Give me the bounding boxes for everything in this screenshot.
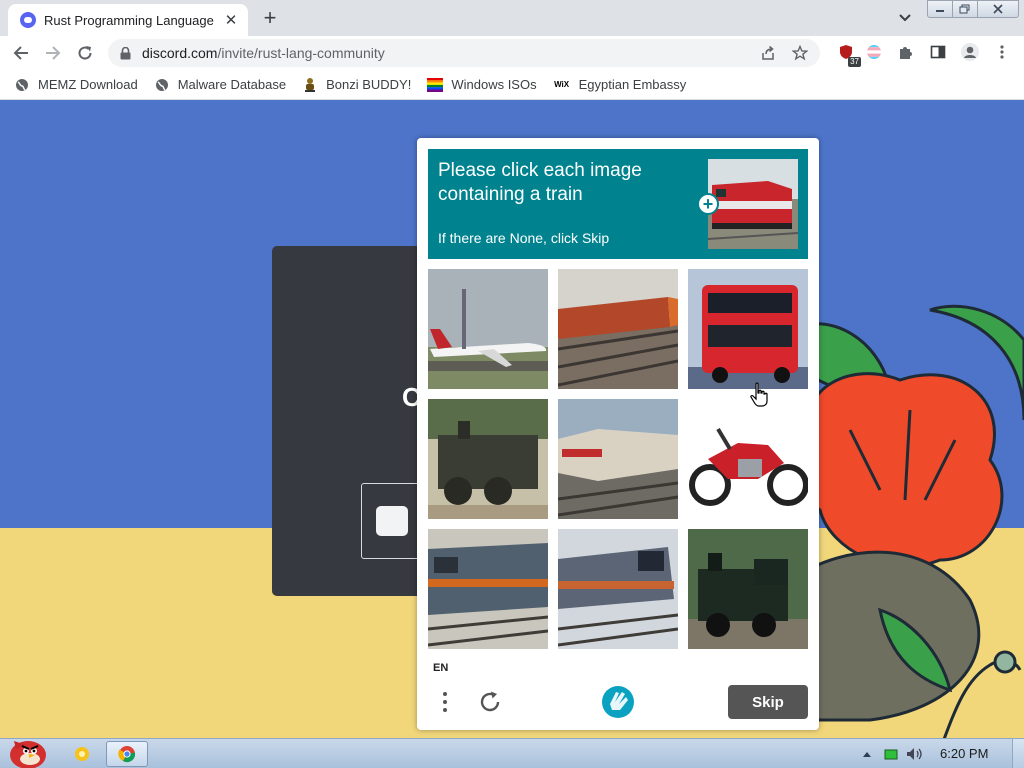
bookmark-label: Egyptian Embassy — [578, 77, 687, 92]
tile-1-airplane[interactable] — [428, 269, 548, 389]
url-domain: discord.com — [142, 45, 218, 61]
tab-discord[interactable]: Rust Programming Language ✕ — [8, 4, 248, 36]
server-icon — [376, 506, 408, 536]
flower-illustration — [790, 304, 1024, 738]
tray-network-icon[interactable] — [884, 739, 898, 768]
shield-extension-icon[interactable]: 37 — [834, 40, 861, 67]
bookmark-star-icon[interactable] — [790, 43, 810, 63]
address-bar[interactable]: discord.com/invite/rust-lang-community — [108, 39, 820, 67]
hcaptcha-logo-icon[interactable] — [600, 684, 636, 720]
tab-title: Rust Programming Language — [44, 12, 214, 28]
forward-arrow-icon[interactable] — [40, 40, 66, 66]
example-image[interactable] — [708, 159, 798, 249]
share-icon[interactable] — [758, 43, 778, 63]
hcaptcha-challenge: Please click each image containing a tra… — [417, 138, 819, 730]
tray-volume-icon[interactable] — [906, 739, 924, 768]
tile-8-train[interactable] — [558, 529, 678, 649]
challenge-prompt: Please click each image containing a tra… — [428, 149, 808, 259]
bookmark-label: Malware Database — [177, 77, 287, 92]
taskbar-chrome-button[interactable] — [106, 741, 148, 767]
tile-5-train[interactable] — [558, 399, 678, 519]
bookmark-malware-database[interactable]: Malware Database — [154, 73, 286, 97]
tile-7-train[interactable] — [428, 529, 548, 649]
taskbar-clock[interactable]: 6:20 PM — [940, 746, 988, 761]
browser-toolbar: discord.com/invite/rust-lang-community 3… — [0, 36, 1024, 70]
window-restore-button[interactable] — [952, 0, 978, 18]
globe-icon — [154, 77, 170, 93]
rainbow-flag-icon — [427, 77, 444, 93]
window-close-button[interactable] — [977, 0, 1019, 18]
prompt-title: Please click each image containing a tra… — [438, 160, 642, 205]
tile-4-train[interactable] — [428, 399, 548, 519]
profile-avatar-icon[interactable] — [958, 40, 982, 64]
tile-9-train[interactable] — [688, 529, 808, 649]
refresh-challenge-icon[interactable] — [476, 688, 504, 716]
chrome-icon — [118, 746, 136, 763]
tab-strip: Rust Programming Language ✕ + — [0, 0, 1024, 36]
back-arrow-icon[interactable] — [8, 40, 34, 66]
new-tab-button[interactable]: + — [258, 5, 282, 30]
window-minimize-button[interactable] — [927, 0, 953, 18]
windows-taskbar: 6:20 PM — [0, 738, 1024, 768]
bookmark-label: MEMZ Download — [38, 77, 138, 92]
reload-icon[interactable] — [72, 40, 98, 66]
start-button-angry-bird-icon[interactable] — [4, 731, 48, 768]
extension-badge: 37 — [848, 57, 861, 67]
prompt-subtitle: If there are None, click Skip — [438, 230, 610, 246]
hand-cursor-icon — [750, 382, 768, 407]
tile-6-motorcycle[interactable] — [688, 399, 808, 519]
bookmark-egyptian-embassy[interactable]: WiX Egyptian Embassy — [553, 73, 687, 97]
url-text: discord.com/invite/rust-lang-community — [142, 45, 385, 61]
view-example-plus-icon[interactable]: + — [697, 193, 719, 215]
bookmark-label: Windows ISOs — [451, 77, 537, 92]
show-desktop-button[interactable] — [1012, 739, 1024, 768]
bookmark-windows-isos[interactable]: Windows ISOs — [427, 73, 537, 97]
trans-flag-extension-icon[interactable] — [862, 40, 886, 64]
wix-icon: WiX — [554, 80, 570, 89]
puzzle-extensions-icon[interactable] — [894, 40, 918, 64]
skip-button[interactable]: Skip — [728, 685, 808, 719]
more-vert-icon[interactable] — [990, 40, 1014, 64]
discord-favicon-icon — [20, 12, 36, 28]
bookmark-label: Bonzi BUDDY! — [326, 77, 412, 92]
tile-3-bus[interactable] — [688, 269, 808, 389]
tab-search-chevron-icon[interactable] — [894, 7, 916, 29]
lock-icon[interactable] — [118, 46, 132, 60]
bonzi-icon — [302, 77, 318, 93]
menu-dots-icon[interactable] — [435, 688, 455, 716]
globe-icon — [14, 77, 30, 93]
challenge-image-grid — [428, 269, 808, 649]
bookmark-memz-download[interactable]: MEMZ Download — [14, 73, 138, 97]
url-path: /invite/rust-lang-community — [217, 45, 385, 61]
bookmark-bonzi-buddy[interactable]: Bonzi BUDDY! — [302, 73, 411, 97]
side-panel-icon[interactable] — [926, 40, 950, 64]
bookmarks-bar: MEMZ Download Malware Database Bonzi BUD… — [0, 70, 1024, 100]
tab-close-button[interactable]: ✕ — [222, 11, 240, 29]
taskbar-explorer-icon[interactable] — [70, 741, 94, 767]
language-selector[interactable]: EN — [433, 662, 448, 674]
tray-show-hidden-icon[interactable] — [862, 739, 872, 768]
tile-2-train[interactable] — [558, 269, 678, 389]
